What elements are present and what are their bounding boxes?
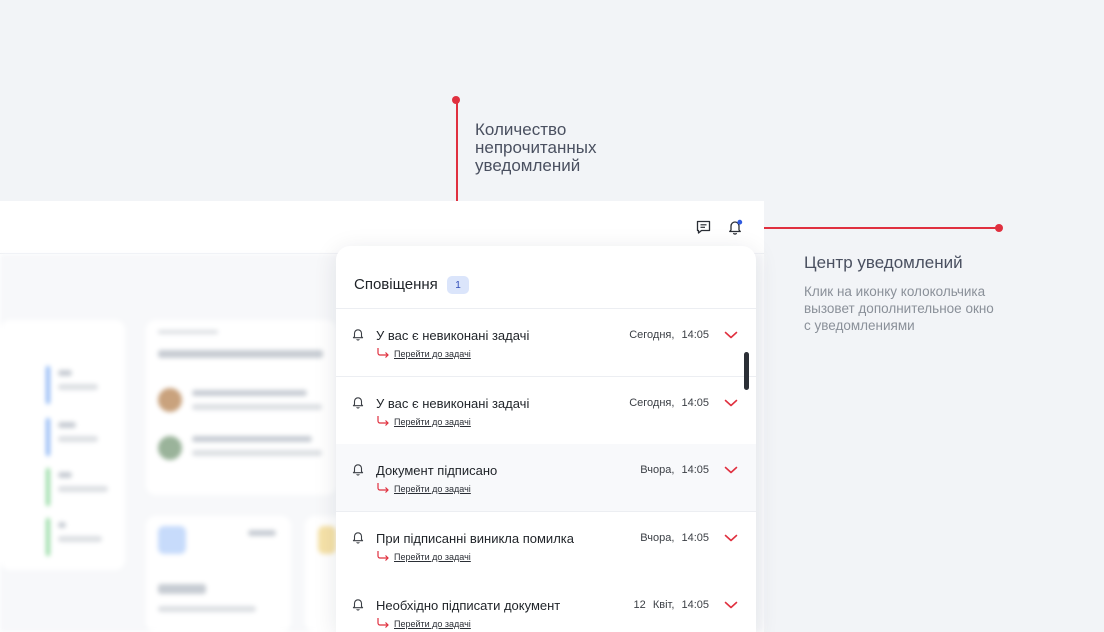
bell-icon [352,396,364,409]
annotation-line-horizontal [753,227,999,229]
notification-date: Сегодня, [629,329,675,341]
bell-icon [352,599,364,611]
notification-time: Сегодня, 14:05 [629,397,709,409]
blurred-text [158,606,256,612]
return-arrow-icon [377,483,389,493]
notification-center-annotation-title: Центр уведомлений [804,253,963,272]
return-arrow-icon [377,415,389,426]
chevron-down-icon[interactable] [724,465,738,475]
notification-clock-time: 14:05 [681,531,709,544]
notification-clock-time: 14:05 [681,464,709,476]
notification-panel: Сповіщення 1 У вас є невиконані задачі С… [336,246,756,632]
notification-title: Необхідно підписати документ [376,598,561,613]
notification-date: Вчора, [640,531,675,544]
notification-clock-time: 14:05 [681,599,709,611]
notification-item[interactable]: У вас є невиконані задачі Сегодня, 14:05… [336,376,756,445]
go-to-task-link[interactable]: Перейти до задачі [394,349,471,359]
unread-count-badge: 1 [447,276,469,294]
blurred-text [58,384,98,390]
blurred-text [58,472,72,478]
notification-date: 12 Квіт, [633,599,675,611]
unread-count-annotation: Количество непрочитанных уведомлений [475,120,597,175]
panel-title: Сповіщення [354,276,438,293]
blurred-bar [46,418,50,456]
blurred-card [158,526,186,554]
notification-time: Вчора, 14:05 [640,532,709,544]
go-to-task-link[interactable]: Перейти до задачі [394,417,471,427]
return-arrow-icon [377,348,389,358]
notification-clock-time: 14:05 [681,396,709,409]
notification-time: Сегодня, 14:05 [629,329,709,341]
blurred-bar [46,518,50,556]
go-to-task-link[interactable]: Перейти до задачі [394,484,471,494]
chevron-down-icon[interactable] [724,398,738,408]
blurred-card [318,526,336,554]
notification-title: У вас є невиконані задачі [376,395,530,411]
chevron-down-icon[interactable] [724,330,738,340]
chat-icon[interactable] [693,217,713,237]
blurred-text [58,522,66,528]
notification-date: Вчора, [640,464,675,476]
blurred-text [158,350,323,358]
blurred-text [192,436,312,442]
blurred-text [248,530,276,536]
scrollbar[interactable] [744,352,749,390]
blurred-avatar [158,436,182,460]
notification-item[interactable]: Необхідно підписати документ 12 Квіт, 14… [336,579,756,632]
blurred-text [58,536,102,542]
return-arrow-icon [377,550,389,561]
return-arrow-icon [377,618,389,628]
blurred-text [192,404,322,410]
notification-title: При підписанні виникла помилка [376,530,574,546]
chevron-down-icon[interactable] [724,533,738,543]
notification-center-annotation-desc: Клик на иконку колокольчика вызовет допо… [804,284,994,333]
blurred-card [0,320,125,570]
blurred-text [58,370,72,376]
unread-dot [737,219,743,225]
blurred-bar [46,366,50,404]
bell-icon[interactable] [725,217,745,237]
bell-icon [352,464,364,476]
chevron-down-icon[interactable] [724,600,738,610]
notification-title: У вас є невиконані задачі [376,328,530,343]
blurred-text [58,436,98,442]
bell-icon [352,531,364,544]
notification-date: Сегодня, [629,396,675,409]
blurred-text [58,486,108,492]
blurred-text [158,584,206,594]
blurred-bar [46,468,50,506]
notification-clock-time: 14:05 [681,329,709,341]
go-to-task-link[interactable]: Перейти до задачі [394,619,471,629]
notification-time: Вчора, 14:05 [640,464,709,476]
notification-title: Документ підписано [376,463,498,478]
go-to-task-link[interactable]: Перейти до задачі [394,552,471,562]
notification-item[interactable]: У вас є невиконані задачі Сегодня, 14:05… [336,309,756,377]
bell-icon [352,329,364,341]
blurred-avatar [158,388,182,412]
blurred-text [192,450,322,456]
blurred-text [58,422,76,428]
blurred-text [192,390,307,396]
notification-item[interactable]: При підписанні виникла помилка Вчора, 14… [336,511,756,580]
blurred-text [158,330,218,334]
notification-item[interactable]: Документ підписано Вчора, 14:05 Перейти … [336,444,756,512]
panel-header: Сповіщення 1 [336,246,756,309]
notification-time: 12 Квіт, 14:05 [634,599,709,611]
